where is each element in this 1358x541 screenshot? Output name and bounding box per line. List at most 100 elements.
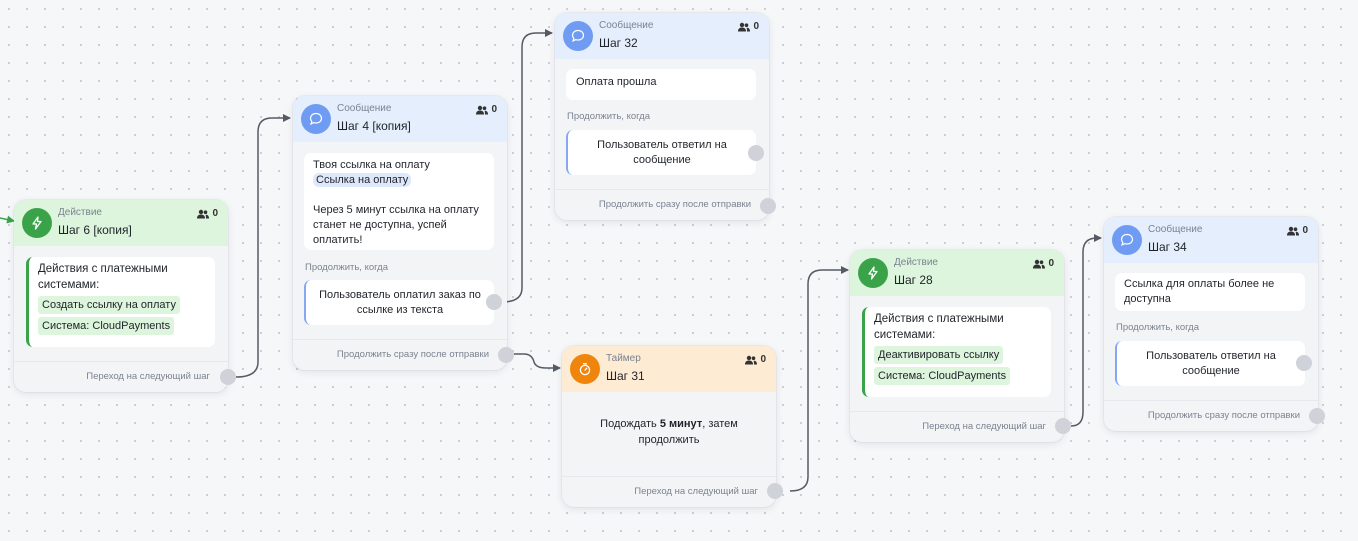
footer-label: Продолжить сразу после отправки (598, 199, 751, 210)
condition-output-port[interactable] (486, 294, 502, 310)
node-header: Действие Шаг 28 0 (850, 250, 1064, 296)
node-type: Действие (58, 207, 102, 218)
node-header: Таймер Шаг 31 0 (562, 346, 776, 392)
chat-bubble-icon (1112, 225, 1142, 255)
node-header: Сообщение Шаг 34 0 (1104, 217, 1318, 263)
action-card[interactable]: Действия с платежными системами: Деактив… (862, 307, 1051, 397)
users-icon (738, 22, 751, 31)
node-title: Шаг 31 (606, 369, 645, 383)
link-pill[interactable]: Ссылка на оплату (313, 173, 412, 187)
footer-label: Продолжить сразу после отправки (336, 349, 489, 360)
condition-output-port[interactable] (1296, 355, 1312, 371)
node-footer: Продолжить сразу после отправки (555, 189, 769, 220)
footer-label: Переход на следующий шаг (634, 486, 758, 497)
message-text: Оплата прошла (576, 76, 657, 88)
connection-6-to-4 (235, 114, 291, 378)
system-pill: Система: CloudPayments (874, 367, 1011, 385)
node-header: Действие Шаг 6 [копия] 0 (14, 200, 228, 246)
message-text: Твоя ссылка на оплату (313, 159, 430, 171)
node-footer: Переход на следующий шаг (850, 411, 1064, 442)
node-type: Сообщение (599, 20, 654, 31)
count-value: 0 (753, 21, 759, 32)
users-icon (476, 105, 489, 114)
condition-card[interactable]: Пользователь ответил на сообщение (566, 130, 756, 175)
node-header: Сообщение Шаг 32 0 (555, 13, 769, 59)
condition-output-port[interactable] (748, 145, 764, 161)
timer-prefix: Подождать (600, 418, 660, 430)
users-icon (1033, 259, 1046, 268)
subscriber-count: 0 (745, 354, 766, 365)
connection-4-to-32 (501, 29, 553, 303)
node-step28[interactable]: Действие Шаг 28 0 Действия с платежными … (850, 250, 1071, 442)
subscriber-count: 0 (1287, 225, 1308, 236)
output-port[interactable] (498, 347, 514, 363)
node-title: Шаг 28 (894, 273, 933, 287)
timer-duration: 5 минут (659, 418, 703, 430)
continue-when-label: Продолжить, когда (567, 111, 650, 122)
connection-28-to-34 (1070, 234, 1102, 427)
footer-label: Переход на следующий шаг (922, 421, 1046, 432)
footer-label: Продолжить сразу после отправки (1147, 410, 1300, 421)
output-port[interactable] (767, 483, 783, 499)
count-value: 0 (491, 104, 497, 115)
action-card[interactable]: Действия с платежными системами: Создать… (26, 257, 215, 347)
subscriber-count: 0 (476, 104, 497, 115)
users-icon (1287, 226, 1300, 235)
count-value: 0 (1048, 258, 1054, 269)
message-text: Ссылка для оплаты более не доступна (1124, 278, 1275, 305)
node-step4[interactable]: Сообщение Шаг 4 [копия] 0 Твоя ссылка на… (293, 96, 514, 370)
lightning-icon (858, 258, 888, 288)
node-type: Действие (894, 257, 938, 268)
subscriber-count: 0 (738, 21, 759, 32)
node-step31[interactable]: Таймер Шаг 31 0 Подождать 5 минут, затем… (562, 346, 783, 507)
message-text: Через 5 минут ссылка на оплату станет не… (313, 204, 479, 246)
connection-4-to-31 (514, 353, 561, 372)
output-port[interactable] (760, 198, 776, 214)
users-icon (745, 355, 758, 364)
action-card-title: Действия с платежными системами: (38, 263, 168, 291)
node-type: Сообщение (1148, 224, 1203, 235)
node-footer: Продолжить сразу после отправки (293, 339, 507, 370)
subscriber-count: 0 (1033, 258, 1054, 269)
count-value: 0 (212, 208, 218, 219)
subscriber-count: 0 (197, 208, 218, 219)
message-card[interactable]: Ссылка для оплаты более не доступна (1115, 273, 1305, 311)
action-pill: Деактивировать ссылку (874, 346, 1004, 364)
output-port[interactable] (220, 369, 236, 385)
chat-bubble-icon (563, 21, 593, 51)
timer-text: Подождать 5 минут, затем продолжить (582, 416, 756, 448)
action-pill: Создать ссылку на оплату (38, 296, 180, 314)
connection-31-to-28 (789, 266, 849, 492)
node-title: Шаг 6 [копия] (58, 223, 132, 237)
action-card-title: Действия с платежными системами: (874, 313, 1004, 341)
node-type: Сообщение (337, 103, 392, 114)
output-port[interactable] (1055, 418, 1071, 434)
chat-bubble-icon (301, 104, 331, 134)
footer-label: Переход на следующий шаг (86, 371, 210, 382)
node-step6[interactable]: Действие Шаг 6 [копия] 0 Действия с плат… (14, 200, 236, 392)
condition-card[interactable]: Пользователь оплатил заказ по ссылке из … (304, 280, 494, 325)
node-step32[interactable]: Сообщение Шаг 32 0 Оплата прошла Продолж… (555, 13, 776, 220)
node-title: Шаг 34 (1148, 240, 1187, 254)
node-footer: Продолжить сразу после отправки (1104, 400, 1318, 431)
users-icon (197, 209, 210, 218)
count-value: 0 (1302, 225, 1308, 236)
condition-card[interactable]: Пользователь ответил на сообщение (1115, 341, 1305, 386)
node-header: Сообщение Шаг 4 [копия] 0 (293, 96, 507, 142)
lightning-icon (22, 208, 52, 238)
node-step34[interactable]: Сообщение Шаг 34 0 Ссылка для оплаты бол… (1104, 217, 1325, 431)
message-card[interactable]: Оплата прошла (566, 69, 756, 100)
node-title: Шаг 4 [копия] (337, 119, 411, 133)
incoming-connection (0, 215, 15, 224)
output-port[interactable] (1309, 408, 1325, 424)
node-type: Таймер (606, 353, 641, 364)
node-footer: Переход на следующий шаг (14, 361, 228, 392)
continue-when-label: Продолжить, когда (305, 262, 388, 273)
message-card[interactable]: Твоя ссылка на оплату Ссылка на оплату Ч… (304, 153, 494, 250)
continue-when-label: Продолжить, когда (1116, 322, 1199, 333)
node-title: Шаг 32 (599, 36, 638, 50)
stopwatch-icon (570, 354, 600, 384)
system-pill: Система: CloudPayments (38, 317, 175, 335)
count-value: 0 (760, 354, 766, 365)
node-footer: Переход на следующий шаг (562, 476, 776, 507)
